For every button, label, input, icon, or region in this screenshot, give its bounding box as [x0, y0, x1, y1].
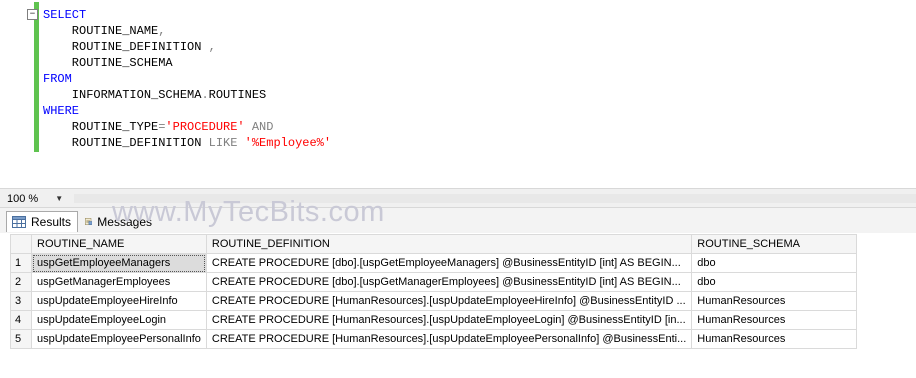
code-line[interactable]: ROUTINE_SCHEMA [43, 55, 331, 71]
horizontal-scrollbar[interactable] [74, 194, 916, 203]
sql-code[interactable]: SELECT ROUTINE_NAME, ROUTINE_DEFINITION … [43, 7, 331, 151]
cell-routine-name[interactable]: uspGetManagerEmployees [31, 272, 207, 292]
cell-routine-schema[interactable]: HumanResources [691, 310, 858, 330]
sql-identifier: INFORMATION_SCHEMA [43, 88, 202, 102]
zoom-value: 100 % [7, 192, 39, 205]
sql-keyword: FROM [43, 72, 72, 86]
code-line[interactable]: ROUTINE_NAME, [43, 23, 331, 39]
cell-routine-definition[interactable]: CREATE PROCEDURE [HumanResources].[uspUp… [205, 329, 693, 349]
cell-routine-schema[interactable]: HumanResources [691, 329, 858, 349]
tab-messages-label: Messages [97, 214, 152, 229]
sql-operator: LIKE [208, 136, 238, 150]
cell-routine-name[interactable]: uspGetEmployeeManagers [31, 253, 207, 273]
cell-routine-name[interactable]: uspUpdateEmployeeLogin [31, 310, 207, 330]
sql-identifier: ROUTINE_SCHEMA [43, 56, 173, 70]
cell-routine-schema[interactable]: dbo [691, 272, 858, 292]
zoom-dropdown[interactable]: 100 % ▼ [7, 191, 63, 206]
sql-operator: , [208, 40, 216, 54]
sql-identifier: ROUTINE_DEFINITION [43, 136, 209, 150]
row-number[interactable]: 5 [10, 329, 32, 349]
sql-operator: AND [244, 120, 274, 134]
column-header-routine-name[interactable]: ROUTINE_NAME [31, 234, 207, 254]
tab-messages[interactable]: Messages [80, 211, 158, 232]
sql-identifier: ROUTINE_NAME [43, 24, 159, 38]
code-line[interactable]: ROUTINE_TYPE='PROCEDURE' AND [43, 119, 331, 135]
row-number[interactable]: 3 [10, 291, 32, 311]
sql-identifier [237, 136, 244, 150]
messages-icon [85, 218, 93, 225]
tab-results-label: Results [30, 215, 71, 229]
column-header-routine-schema[interactable]: ROUTINE_SCHEMA [691, 234, 858, 254]
code-line[interactable]: ROUTINE_DEFINITION LIKE '%Employee%' [43, 135, 331, 151]
sql-keyword: WHERE [43, 104, 80, 118]
table-row[interactable]: 1 uspGetEmployeeManagers CREATE PROCEDUR… [10, 253, 858, 273]
cell-routine-name[interactable]: uspUpdateEmployeePersonalInfo [31, 329, 207, 349]
sql-identifier: ROUTINES [208, 88, 267, 102]
table-row[interactable]: 4 uspUpdateEmployeeLogin CREATE PROCEDUR… [10, 310, 858, 330]
code-line[interactable]: ROUTINE_DEFINITION , [43, 39, 331, 55]
cell-routine-schema[interactable]: HumanResources [691, 291, 858, 311]
table-row[interactable]: 3 uspUpdateEmployeeHireInfo CREATE PROCE… [10, 291, 858, 311]
code-line[interactable]: SELECT [43, 7, 331, 23]
code-line[interactable]: INFORMATION_SCHEMA.ROUTINES [43, 87, 331, 103]
cell-routine-name[interactable]: uspUpdateEmployeeHireInfo [31, 291, 207, 311]
row-number[interactable]: 4 [10, 310, 32, 330]
cell-routine-schema[interactable]: dbo [691, 253, 858, 273]
cell-routine-definition[interactable]: CREATE PROCEDURE [HumanResources].[uspUp… [205, 291, 693, 311]
sql-identifier: ROUTINE_TYPE [43, 120, 159, 134]
collapse-toggle-icon[interactable]: − [27, 9, 38, 20]
results-grid-area: ROUTINE_NAME ROUTINE_DEFINITION ROUTINE_… [0, 233, 916, 378]
sql-operator: . [201, 88, 209, 102]
cell-routine-definition[interactable]: CREATE PROCEDURE [dbo].[uspGetManagerEmp… [205, 272, 693, 292]
cell-routine-definition[interactable]: CREATE PROCEDURE [dbo].[uspGetEmployeeMa… [205, 253, 693, 273]
sql-string: 'PROCEDURE' [165, 120, 245, 134]
code-line[interactable]: FROM [43, 71, 331, 87]
column-header-routine-definition[interactable]: ROUTINE_DEFINITION [205, 234, 693, 254]
row-number[interactable]: 1 [10, 253, 32, 273]
sql-string: '%Employee%' [244, 136, 332, 150]
sql-operator: , [158, 24, 166, 38]
table-row[interactable]: 2 uspGetManagerEmployees CREATE PROCEDUR… [10, 272, 858, 292]
editor-margin [0, 0, 20, 188]
grid-icon [12, 216, 26, 228]
zoom-strip: 100 % ▼ [0, 188, 916, 208]
grid-corner-cell[interactable] [10, 234, 32, 254]
results-grid[interactable]: ROUTINE_NAME ROUTINE_DEFINITION ROUTINE_… [10, 234, 858, 349]
sql-keyword: SELECT [43, 8, 87, 22]
query-editor[interactable]: − SELECT ROUTINE_NAME, ROUTINE_DEFINITIO… [0, 0, 916, 188]
tab-results[interactable]: Results [6, 211, 78, 232]
change-tracking-bar [34, 2, 39, 152]
row-number[interactable]: 2 [10, 272, 32, 292]
sql-identifier: ROUTINE_DEFINITION [43, 40, 209, 54]
chevron-down-icon[interactable]: ▼ [55, 194, 63, 203]
table-row[interactable]: 5 uspUpdateEmployeePersonalInfo CREATE P… [10, 329, 858, 349]
result-tabs: Results Messages [0, 208, 916, 233]
grid-header-row: ROUTINE_NAME ROUTINE_DEFINITION ROUTINE_… [10, 234, 858, 254]
cell-routine-definition[interactable]: CREATE PROCEDURE [HumanResources].[uspUp… [205, 310, 693, 330]
code-line[interactable]: WHERE [43, 103, 331, 119]
